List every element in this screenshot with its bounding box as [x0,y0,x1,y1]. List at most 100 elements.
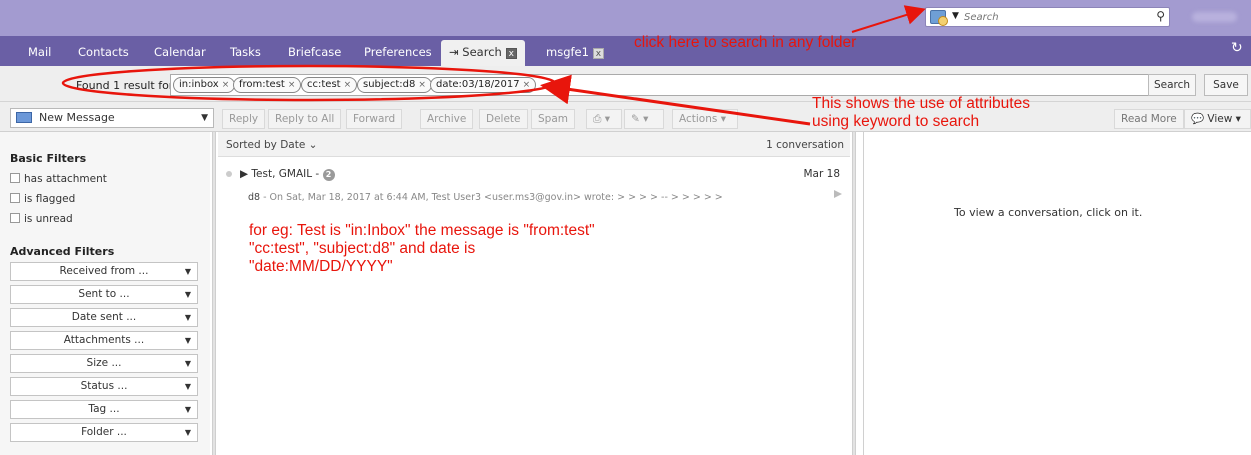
tab-calendar[interactable]: Calendar [154,45,206,59]
mail-toolbar: New Message ▼ Reply Reply to All Forward… [0,102,1251,132]
delete-button[interactable]: Delete [479,109,528,129]
message-row[interactable]: ▶ Test, GMAIL - 2 [226,168,335,181]
chevron-down-icon: ▼ [184,267,191,276]
print-icon[interactable]: ⎙ ▾ [586,109,622,129]
magnifier-icon[interactable]: ⚲ [1156,9,1165,23]
chevron-down-icon[interactable]: ▼ [952,11,959,21]
reading-pane-placeholder: To view a conversation, click on it. [954,206,1143,219]
filter-attachments[interactable]: Attachments ... ▼ [10,331,198,350]
app-tab-bar: Mail Contacts Calendar Tasks Briefcase P… [0,36,1251,66]
archive-button[interactable]: Archive [420,109,474,129]
filter-status[interactable]: Status ... ▼ [10,377,198,396]
checkbox-is-flagged[interactable]: is flagged [10,193,75,205]
search-query-input[interactable]: in:inbox × from:test × cc:test × subject:d8… [170,74,1176,96]
basic-filters-heading: Basic Filters [10,152,87,165]
sort-control[interactable]: Sorted by Date ⌄ [226,139,317,151]
message-list: Sorted by Date ⌄ 1 conversation ▶ Test, … [218,132,850,455]
search-chip[interactable]: from:test × [233,77,302,93]
annotation-example-line1: for eg: Test is "in:Inbox" the message i… [249,222,595,239]
refresh-icon[interactable]: ↻ [1231,40,1243,56]
message-snippet-row[interactable]: d8 - On Sat, Mar 18, 2017 at 6:44 AM, Te… [248,192,723,203]
read-status-icon[interactable] [226,171,232,177]
close-icon[interactable]: × [222,80,230,90]
chevron-down-icon[interactable]: ▼ [201,109,208,127]
search-chip[interactable]: date:03/18/2017 × [430,77,537,93]
filter-label: Tag ... [88,403,120,415]
tab-preferences[interactable]: Preferences [364,45,432,59]
checkbox-is-unread[interactable]: is unread [10,213,73,225]
filter-label: Sent to ... [78,288,130,300]
filter-label: Received from ... [59,265,149,277]
list-header: Sorted by Date ⌄ 1 conversation [218,132,850,157]
forward-button[interactable]: Forward [346,109,403,129]
top-bar: ▼ ⚲ [0,0,1251,36]
checkbox-icon[interactable] [10,173,20,183]
sidebar-resize-handle[interactable] [212,132,216,455]
message-snippet: - On Sat, Mar 18, 2017 at 6:44 AM, Test … [263,192,723,203]
filter-date-sent[interactable]: Date sent ... ▼ [10,308,198,327]
tab-mail[interactable]: Mail [28,45,51,59]
chevron-down-icon: ▼ [184,428,191,437]
folder-search-icon[interactable] [930,10,948,26]
filter-received-from[interactable]: Received from ... ▼ [10,262,198,281]
list-resize-handle[interactable] [852,132,856,455]
sort-icon[interactable]: ⌄ [309,139,318,151]
tab-contacts[interactable]: Contacts [78,45,129,59]
filter-tag[interactable]: Tag ... ▼ [10,400,198,419]
filter-sidebar: Basic Filters has attachment is flagged … [0,132,210,455]
close-icon[interactable]: × [418,80,426,90]
checkbox-has-attachment[interactable]: has attachment [10,173,107,185]
actions-menu[interactable]: Actions ▾ [672,109,738,129]
close-icon[interactable]: × [523,80,531,90]
tab-tasks[interactable]: Tasks [230,45,261,59]
checkbox-label: has attachment [24,173,107,185]
found-results-label: Found 1 result for: [76,79,177,92]
filter-folder[interactable]: Folder ... ▼ [10,423,198,442]
conversation-count: 1 conversation [766,139,844,151]
sort-label: Sorted by Date [226,139,306,151]
filter-label: Date sent ... [71,311,137,323]
speech-bubble-icon: 💬 [1191,113,1205,125]
save-search-button[interactable]: Save [1204,74,1248,96]
reply-button[interactable]: Reply [222,109,266,129]
chevron-down-icon: ▼ [184,290,191,299]
close-icon[interactable]: × [288,80,296,90]
checkbox-icon[interactable] [10,213,20,223]
annotation-attributes-line2: using keyword to search [812,113,980,130]
close-icon[interactable]: x [505,48,517,59]
close-icon[interactable]: × [344,80,352,90]
chevron-down-icon: ▼ [184,405,191,414]
tab-msgfe1[interactable]: msgfe1 x [546,45,604,59]
checkbox-icon[interactable] [10,193,20,203]
chevron-down-icon: ▼ [184,382,191,391]
filter-size[interactable]: Size ... ▼ [10,354,198,373]
search-query-row: Found 1 result for: in:inbox × from:test ×… [0,66,1251,102]
tag-icon[interactable]: ✎ ▾ [624,109,664,129]
expand-arrow-icon[interactable]: ▶ [240,168,251,180]
annotation-folder-hint: click here to search in any folder [634,34,857,51]
global-search-input[interactable] [964,9,1144,25]
view-menu[interactable]: 💬 View ▾ [1184,109,1251,129]
spam-button[interactable]: Spam [531,109,575,129]
annotation-example-line2: "cc:test", "subject:d8" and date is [249,240,476,257]
annotation-attributes-line1: This shows the use of attributes [812,95,1030,112]
new-message-button[interactable]: New Message ▼ [10,108,214,128]
tab-search[interactable]: ⇥ Search x [441,40,525,66]
read-more-button[interactable]: Read More [1114,109,1184,129]
search-button[interactable]: Search [1148,74,1196,96]
filter-sent-to[interactable]: Sent to ... ▼ [10,285,198,304]
search-chip[interactable]: in:inbox × [173,77,236,93]
chip-label: in:inbox [179,79,219,90]
filter-label: Size ... [86,357,122,369]
tab-briefcase[interactable]: Briefcase [288,45,341,59]
search-chip[interactable]: subject:d8 × [357,77,432,93]
search-chip[interactable]: cc:test × [301,77,358,93]
user-name[interactable] [1192,12,1237,22]
reply-all-button[interactable]: Reply to All [268,109,342,129]
global-search-box[interactable]: ▼ ⚲ [925,7,1170,27]
close-icon[interactable]: x [592,48,604,59]
chip-label: subject:d8 [363,79,416,90]
search-tab-icon: ⇥ [449,45,463,59]
flag-icon[interactable] [834,190,842,198]
chip-label: date:03/18/2017 [436,79,520,90]
